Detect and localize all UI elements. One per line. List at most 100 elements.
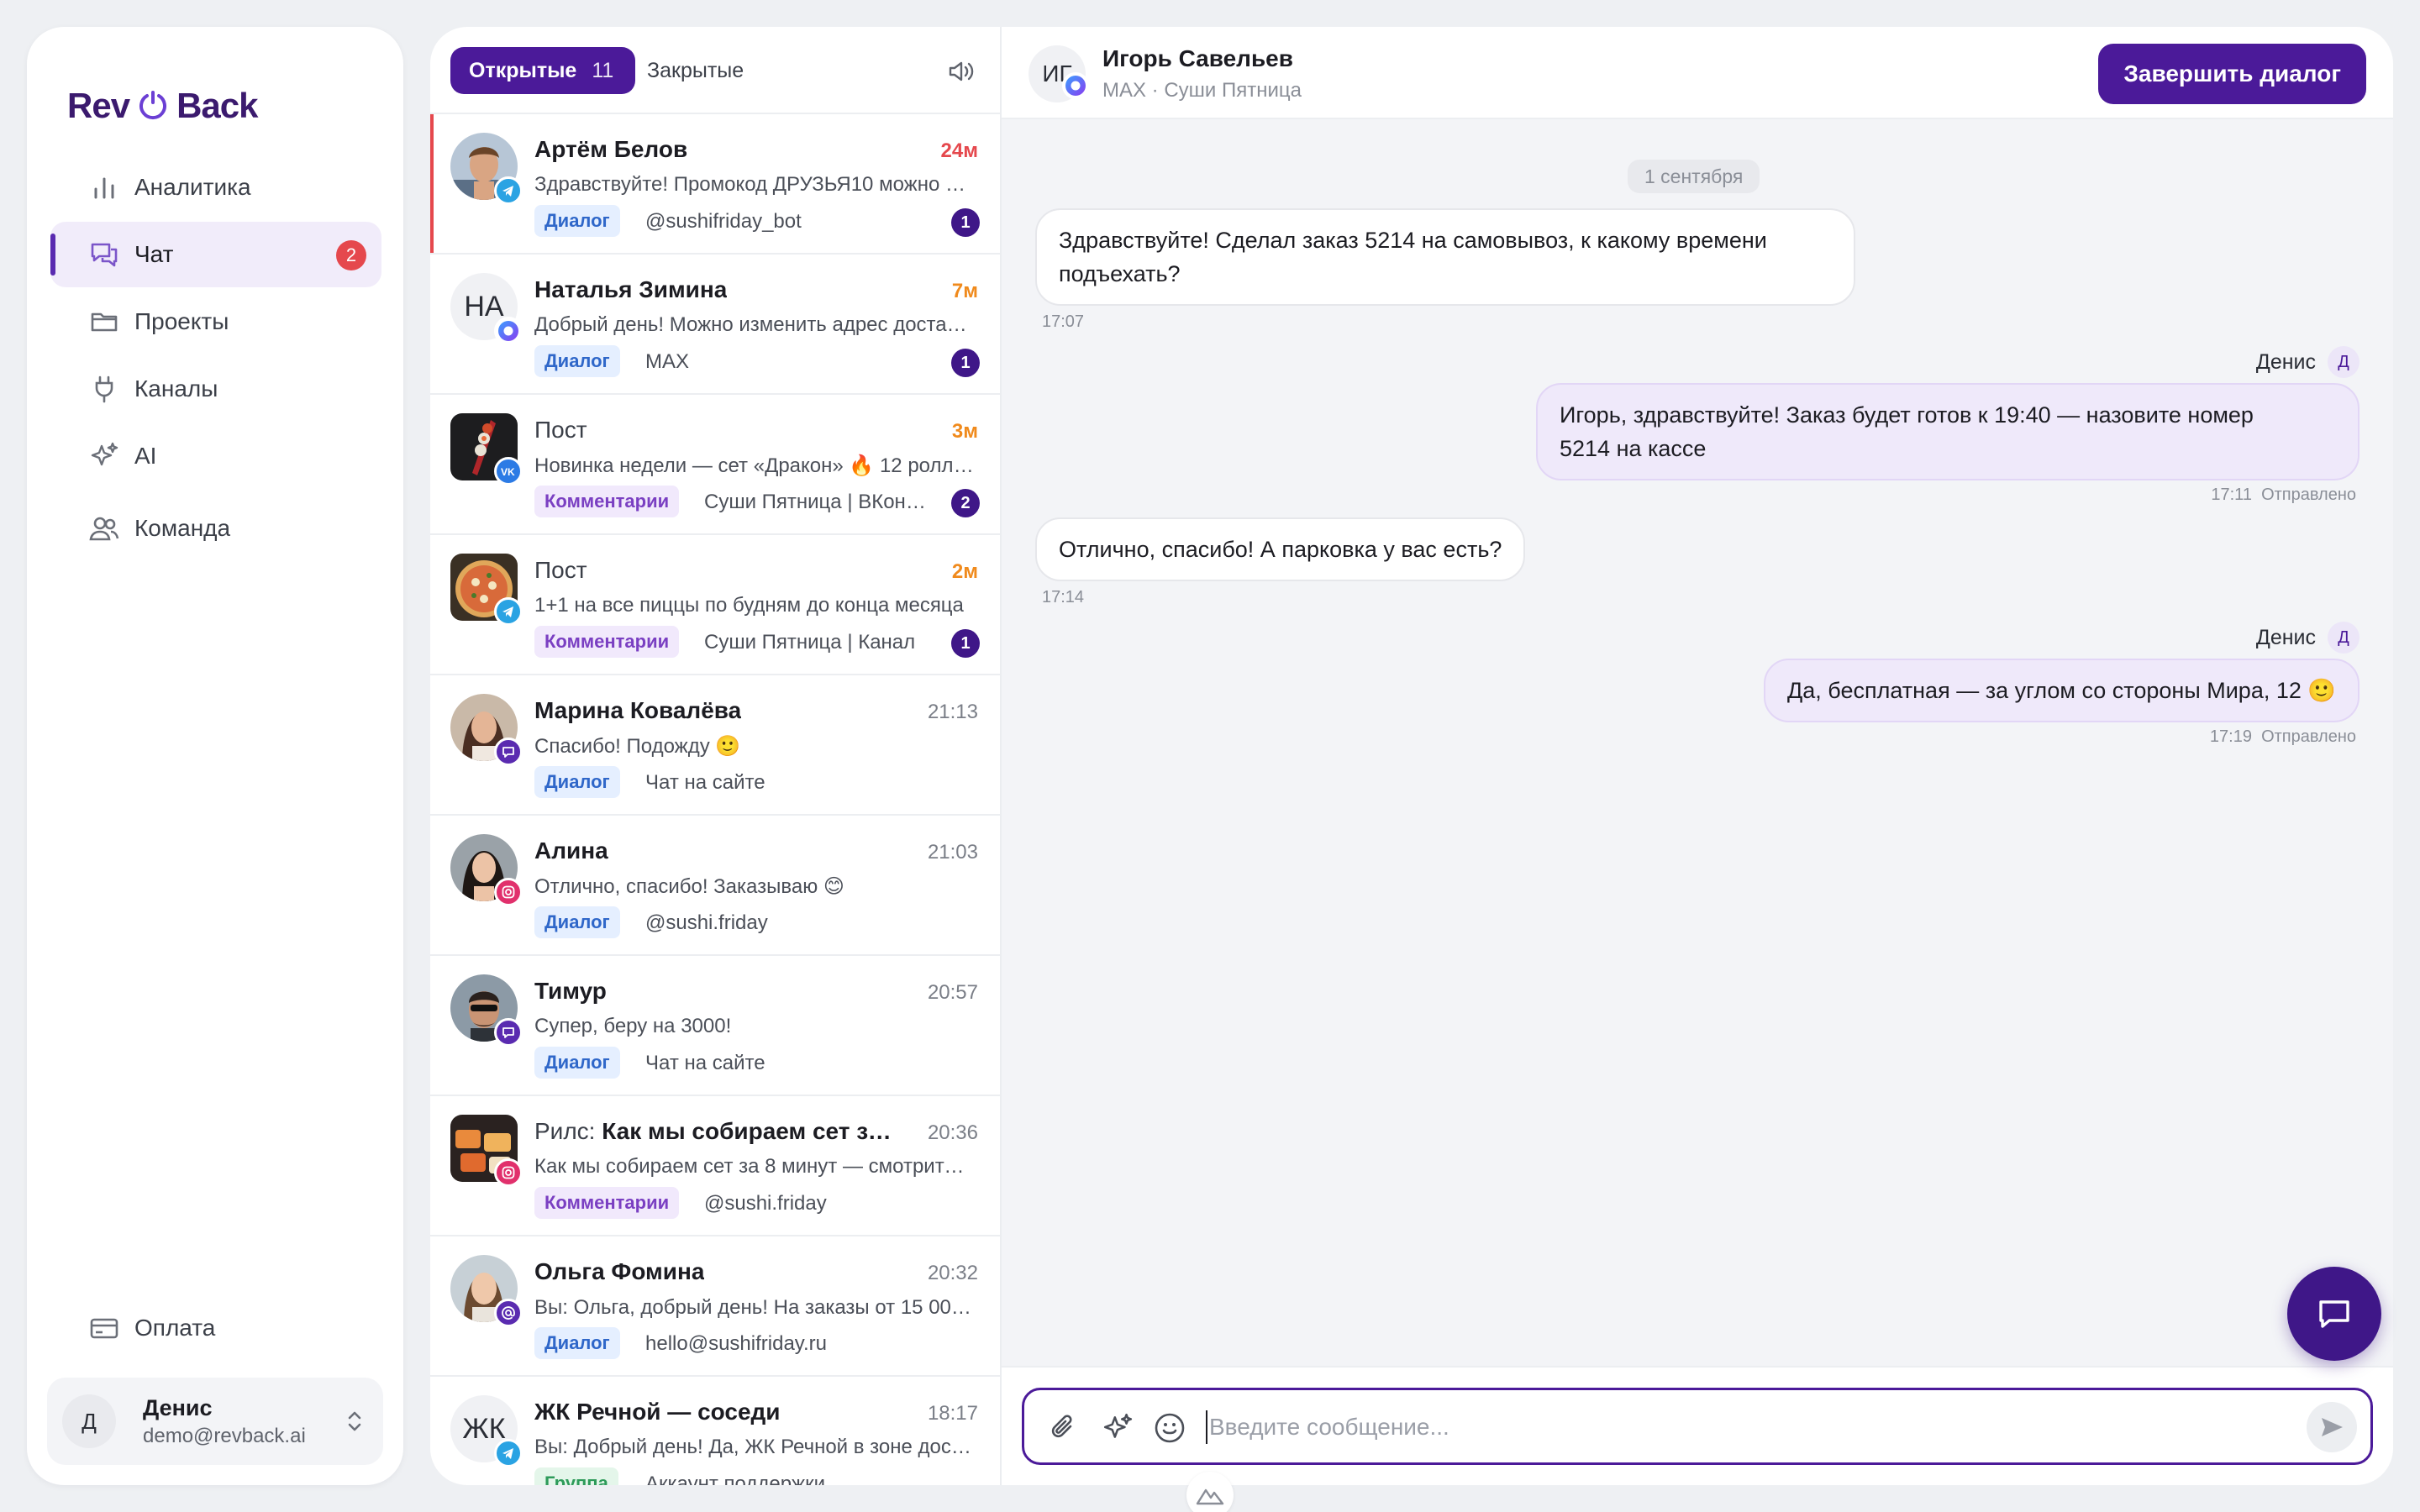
conversation-source: Чат на сайте — [645, 771, 765, 794]
conversation-source: @sushifriday_bot — [645, 210, 802, 233]
nav-item-projects[interactable]: Проекты — [50, 289, 381, 354]
message-input[interactable] — [1209, 1409, 2268, 1446]
avatar: Д — [2328, 622, 2360, 654]
webchat-icon — [494, 1018, 523, 1047]
telegram-icon — [494, 597, 523, 626]
avatar: Д — [62, 1394, 116, 1448]
nav-item-ai[interactable]: AI — [50, 423, 381, 489]
conversation-tag: Диалог — [534, 205, 620, 237]
message-square-icon — [2319, 1300, 2349, 1328]
message-time: 17:14 — [1042, 588, 1085, 606]
tab-closed[interactable]: Закрытые — [647, 59, 744, 83]
send-icon — [2322, 1418, 2343, 1436]
conversation-item[interactable]: НА Наталья Зимина 7м Добрый день! Можно … — [430, 255, 1000, 395]
max-icon — [494, 317, 523, 345]
avatar: Д — [2328, 346, 2360, 378]
conversation-preview: Отлично, спасибо! Заказываю 😊 — [534, 875, 844, 898]
finish-dialog-button[interactable]: Завершить диалог — [2098, 44, 2366, 104]
nav-item-analytics[interactable]: Аналитика — [50, 155, 381, 220]
text-caret — [1206, 1410, 1207, 1444]
conversation-tag: Диалог — [534, 906, 620, 938]
users-icon — [89, 517, 119, 541]
conversation-name: Марина Ковалёва — [534, 697, 742, 723]
svg-text:VK: VK — [501, 466, 515, 477]
date-separator: 1 сентября — [1628, 160, 1760, 193]
nav-label: Каналы — [134, 375, 218, 402]
conversation-source: Суши Пятница | ВКонтакте — [704, 491, 931, 513]
conversation-source: @sushi.friday — [645, 911, 768, 934]
conversation-list-panel: Открытые 11 Закрытые Артём Белов 24м Здр… — [430, 27, 1002, 1485]
nav-label: Аналитика — [134, 174, 251, 200]
conversation-time: 3м — [951, 420, 978, 443]
max-icon — [1062, 72, 1089, 99]
conversation-time: 21:13 — [927, 701, 978, 723]
conversation-source: hello@sushifriday.ru — [645, 1332, 828, 1355]
chat-icon — [91, 243, 118, 267]
avatar: НА — [450, 273, 523, 345]
message-incoming: Отлично, спасибо! А парковка у вас есть? — [1035, 517, 1526, 581]
nav-item-team[interactable]: Команда — [50, 496, 381, 561]
conversation-item[interactable]: Пост 2м 1+1 на все пиццы по будням до ко… — [430, 535, 1000, 675]
conversation-preview: Вы: Ольга, добрый день! На заказы от 15 … — [534, 1296, 975, 1319]
folder-icon — [91, 312, 118, 332]
nav-item-channels[interactable]: Каналы — [50, 356, 381, 422]
conversation-preview: Вы: Добрый день! Да, ЖК Речной в зоне до… — [534, 1436, 975, 1458]
message-sender: Денис Д — [2256, 346, 2360, 378]
unread-count: 1 — [951, 208, 980, 237]
nav-item-chat[interactable]: Чат 2 — [50, 222, 381, 287]
sparkles-icon[interactable] — [1102, 1412, 1134, 1444]
conversation-name: Пост — [534, 557, 587, 583]
conversation-item[interactable]: Артём Белов 24м Здравствуйте! Промокод Д… — [430, 114, 1000, 255]
avatar — [450, 974, 523, 1047]
conversation-item[interactable]: Тимур 20:57 Супер, беру на 3000! Диалог … — [430, 956, 1000, 1096]
avatar — [450, 1255, 523, 1327]
avatar — [450, 694, 523, 766]
conversation-item[interactable]: Рилс: Как мы собираем сет за 8 минут 20:… — [430, 1096, 1000, 1236]
conversation-name: Наталья Зимина — [534, 276, 728, 302]
user-menu[interactable]: Д Денис demo@revback.ai — [47, 1378, 383, 1465]
conversation-preview: Добрый день! Можно изменить адрес достав… — [534, 313, 975, 336]
message-outgoing: Игорь, здравствуйте! Заказ будет готов к… — [1536, 383, 2360, 480]
support-chat-button[interactable] — [2287, 1267, 2381, 1361]
conversation-time: 20:57 — [927, 981, 978, 1004]
paperclip-icon[interactable] — [1048, 1412, 1080, 1444]
contact-channel: MAX · Суши Пятница — [1102, 79, 1302, 102]
message-composer — [1022, 1388, 2373, 1465]
tab-open[interactable]: Открытые 11 — [450, 47, 636, 94]
message-outgoing: Да, бесплатная — за углом со стороны Мир… — [1764, 659, 2360, 722]
conversation-time: 20:32 — [927, 1262, 978, 1284]
nav-label: AI — [134, 443, 157, 469]
nav-label: Чат — [134, 241, 174, 267]
avatar: ЖК — [450, 1395, 523, 1467]
conversation-source: Суши Пятница | Канал — [704, 631, 916, 654]
post-thumbnail: VK — [450, 413, 523, 486]
post-thumbnail — [450, 554, 523, 626]
conversation-item[interactable]: Марина Ковалёва 21:13 Спасибо! Подожду 🙂… — [430, 675, 1000, 816]
plug-icon — [95, 375, 113, 403]
conversation-source: Аккаунт поддержки — [645, 1473, 826, 1485]
mountain-icon — [1196, 1488, 1224, 1505]
conversation-time: 21:03 — [927, 841, 978, 864]
conversation-preview: Спасибо! Подожду 🙂 — [534, 735, 741, 758]
conversation-item[interactable]: ЖК ЖК Речной — соседи 18:17 Вы: Добрый д… — [430, 1377, 1000, 1485]
nav-label: Проекты — [134, 308, 229, 334]
conversation-item[interactable]: Ольга Фомина 20:32 Вы: Ольга, добрый ден… — [430, 1236, 1000, 1377]
nav-item-billing[interactable]: Оплата — [50, 1295, 381, 1361]
avatar — [450, 133, 523, 205]
user-name: Денис — [143, 1394, 213, 1420]
conversation-preview: 1+1 на все пиццы по будням до конца меся… — [534, 594, 964, 617]
conversation-tag: Комментарии — [534, 626, 680, 658]
conversation-item[interactable]: VK Пост 3м Новинка недели — сет «Дракон»… — [430, 395, 1000, 535]
chat-panel: ИГ Игорь Савельев MAX · Суши Пятница Зав… — [1002, 27, 2393, 1485]
conversation-name: ЖК Речной — соседи — [534, 1399, 781, 1425]
revback-logo[interactable]: Rev Back — [67, 82, 258, 129]
send-button[interactable] — [2307, 1402, 2357, 1452]
user-email: demo@revback.ai — [143, 1424, 306, 1447]
message-meta: 17:11 Отправлено — [2211, 486, 2356, 504]
open-count: 11 — [592, 58, 614, 82]
sound-toggle-icon[interactable] — [946, 57, 975, 86]
emoji-icon[interactable] — [1154, 1412, 1186, 1444]
conversation-time: 18:17 — [927, 1402, 978, 1425]
conversation-item[interactable]: Алина 21:03 Отлично, спасибо! Заказываю … — [430, 816, 1000, 956]
email-icon — [494, 1299, 523, 1327]
